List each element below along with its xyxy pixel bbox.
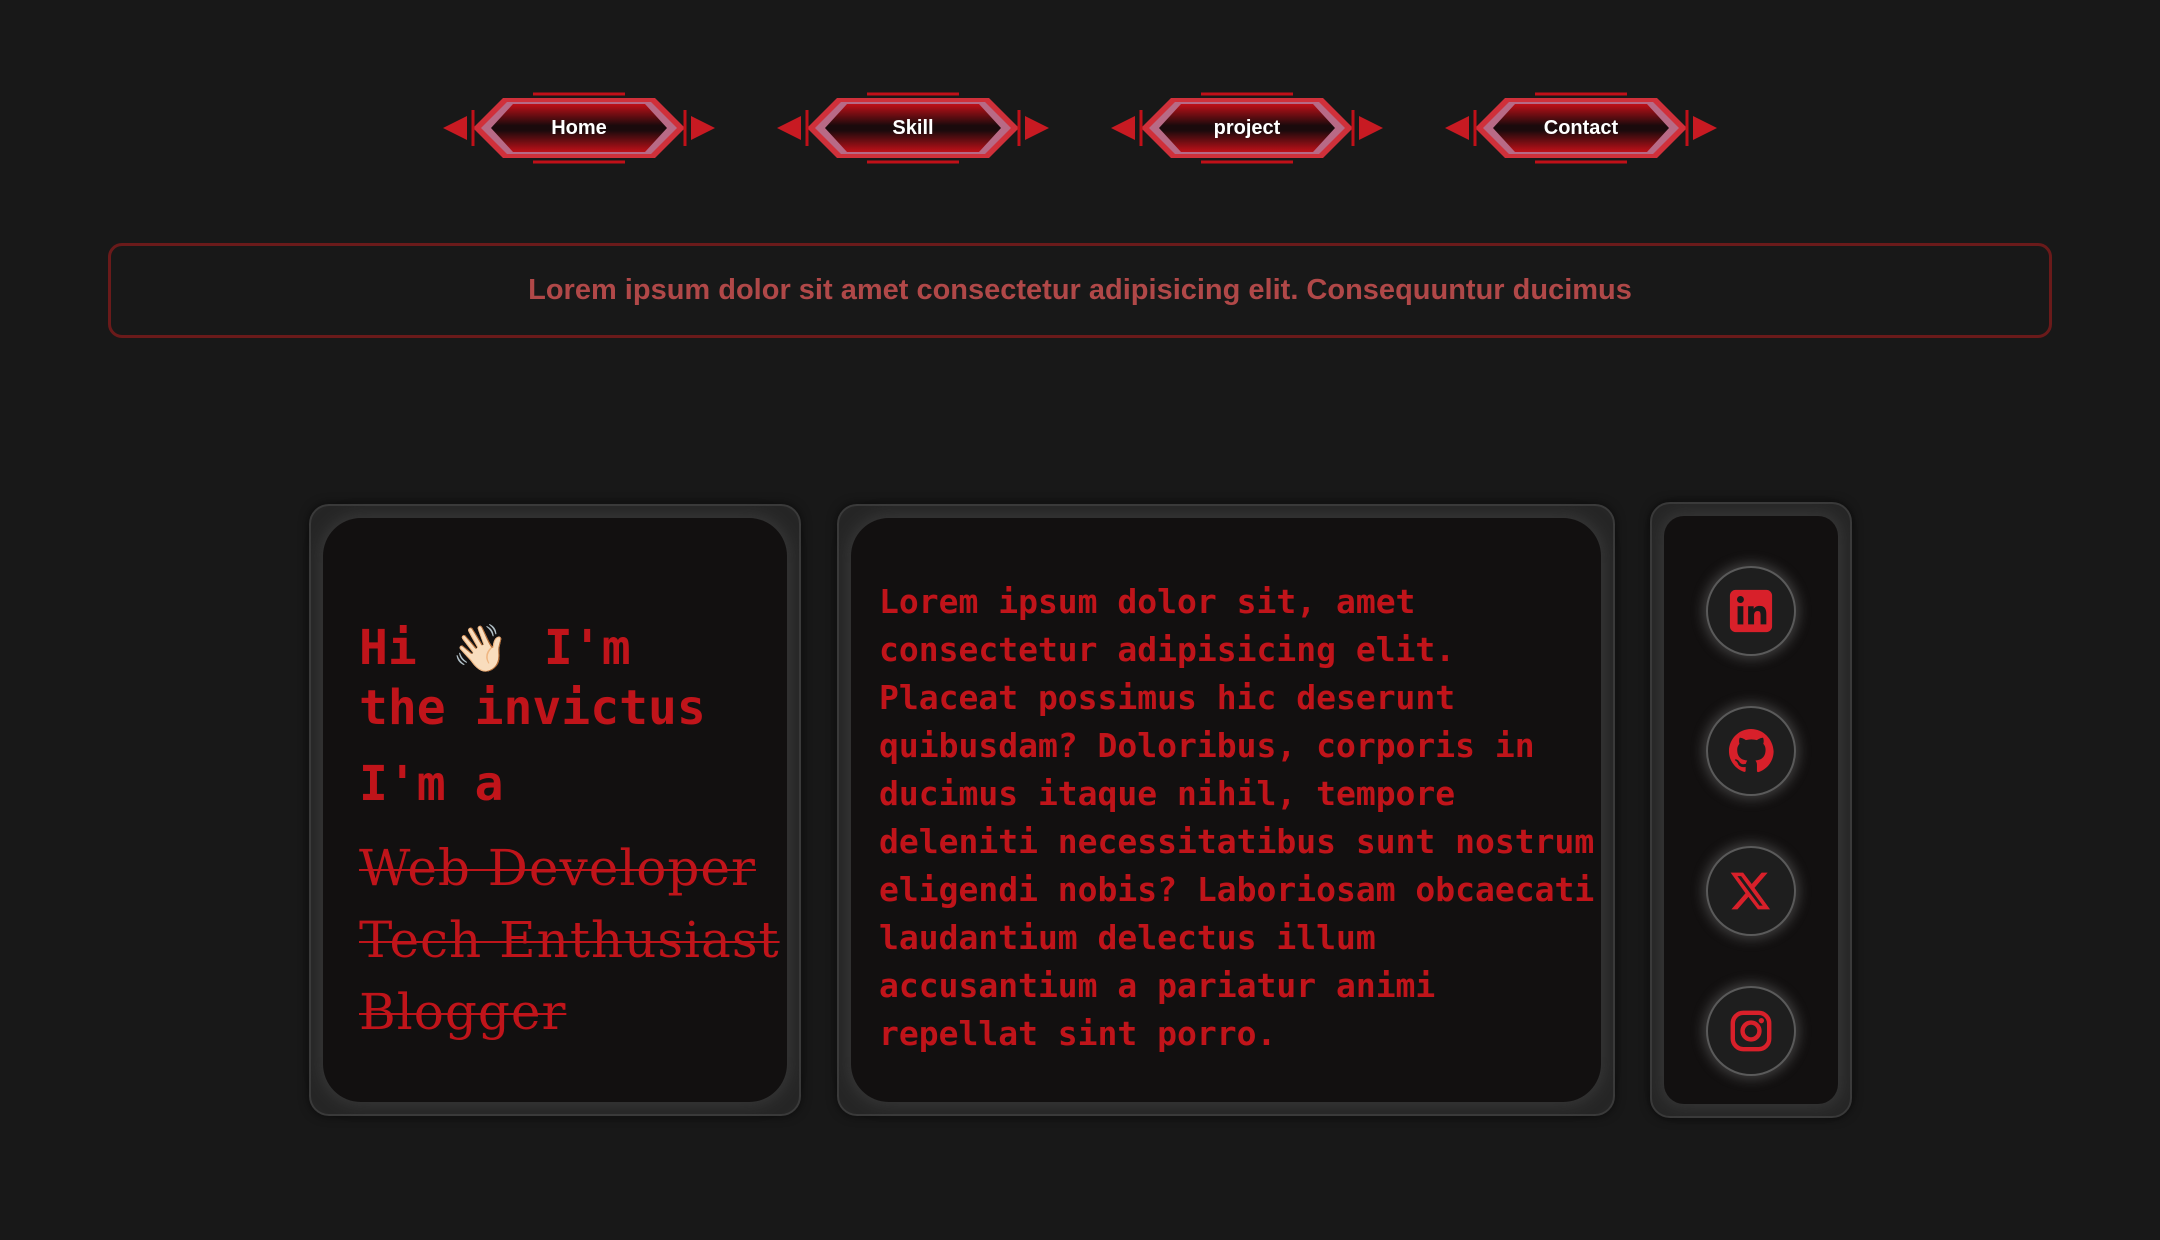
linkedin-button[interactable] (1706, 566, 1796, 656)
social-card-inner (1664, 516, 1838, 1104)
about-card-inner: Lorem ipsum dolor sit, amet consectetur … (851, 518, 1601, 1102)
nav-project-label: project (1213, 116, 1281, 139)
nav-project-button[interactable]: project (1111, 88, 1383, 168)
top-nav: Home Skill project Contact (0, 88, 2160, 168)
wave-icon: 👋🏻 (451, 621, 509, 675)
intro-card: Hi 👋🏻 I'm the invictus I'm a Web Develop… (309, 504, 801, 1116)
page: Home Skill project Contact Lorem ipsum d… (0, 0, 2160, 1240)
instagram-icon (1730, 1010, 1772, 1052)
im-a-line: I'm a (359, 756, 504, 812)
nav-home-button[interactable]: Home (443, 88, 715, 168)
social-card (1650, 502, 1852, 1118)
name-line: the invictus (359, 680, 706, 736)
intro-text: Hi 👋🏻 I'm the invictus I'm a Web Develop… (359, 618, 789, 1048)
nav-contact-button[interactable]: Contact (1445, 88, 1717, 168)
role-item: Web Developer (359, 839, 756, 897)
roles-list: Web Developer Tech Enthusiast Blogger (359, 832, 789, 1048)
x-button[interactable] (1706, 846, 1796, 936)
greeting-suffix: I'm (543, 620, 631, 676)
github-icon (1728, 728, 1774, 773)
role-item: Tech Enthusiast (359, 911, 780, 969)
nav-skill-button[interactable]: Skill (777, 88, 1049, 168)
greeting-prefix: Hi (359, 620, 417, 676)
greeting-line: Hi 👋🏻 I'm (359, 618, 789, 678)
instagram-button[interactable] (1706, 986, 1796, 1076)
linkedin-icon (1729, 589, 1773, 633)
nav-contact-label: Contact (1543, 116, 1619, 139)
banner: Lorem ipsum dolor sit amet consectetur a… (108, 243, 2052, 338)
social-list (1664, 566, 1838, 1076)
nav-home-label: Home (551, 116, 607, 139)
nav-skill-label: Skill (892, 116, 934, 139)
banner-text: Lorem ipsum dolor sit amet consectetur a… (528, 274, 1632, 306)
role-item: Blogger (359, 983, 567, 1041)
intro-card-inner: Hi 👋🏻 I'm the invictus I'm a Web Develop… (323, 518, 787, 1102)
about-card: Lorem ipsum dolor sit, amet consectetur … (837, 504, 1615, 1116)
about-text: Lorem ipsum dolor sit, amet consectetur … (879, 582, 1595, 1053)
github-button[interactable] (1706, 706, 1796, 796)
x-icon (1730, 872, 1771, 910)
